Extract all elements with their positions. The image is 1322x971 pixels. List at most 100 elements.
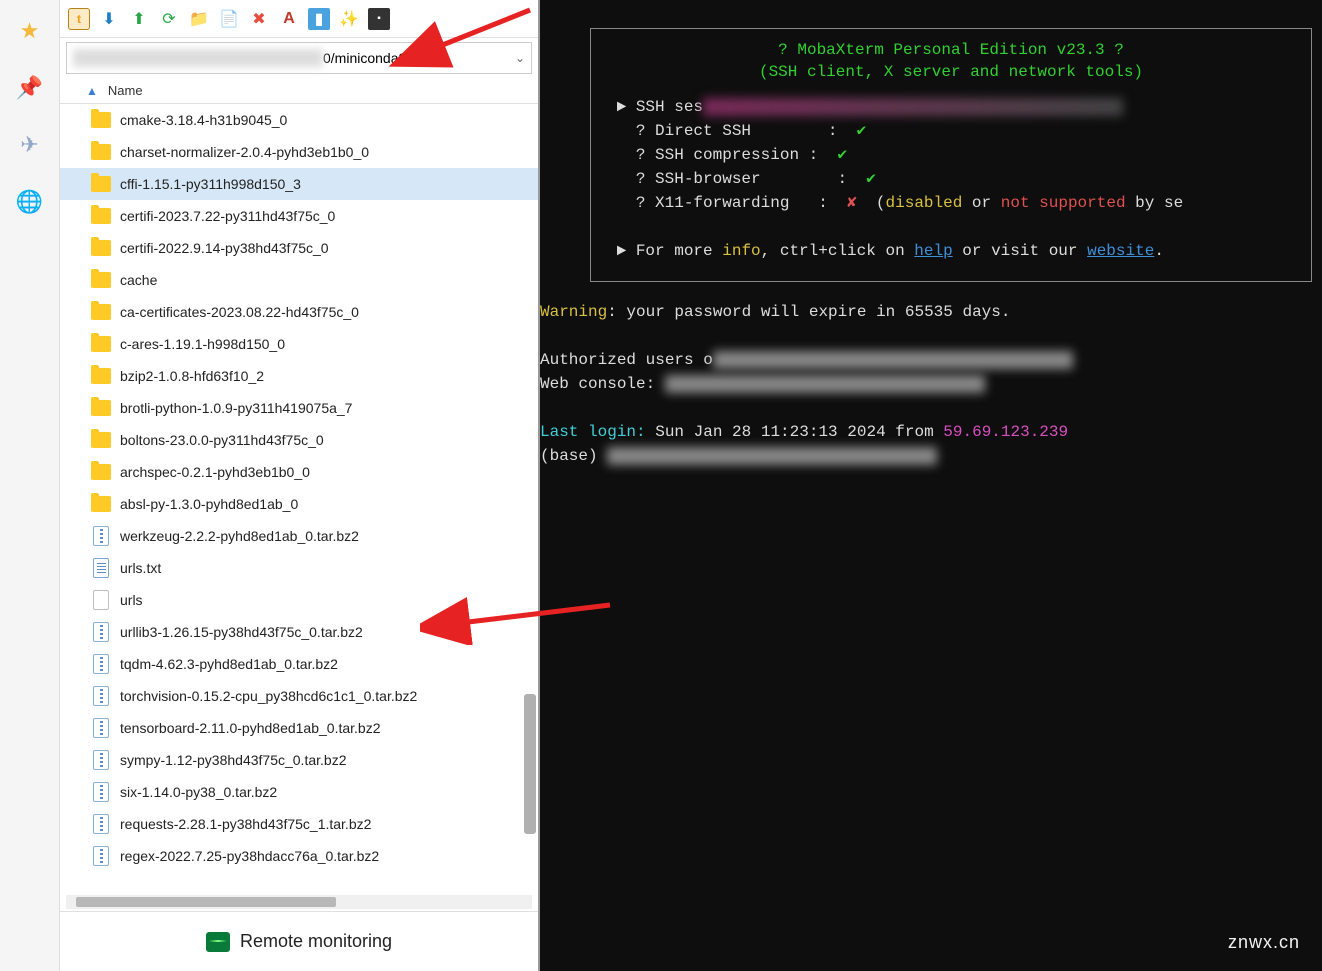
file-row[interactable]: urls <box>60 584 538 616</box>
pin-icon[interactable]: 📌 <box>14 72 46 104</box>
file-row[interactable]: cmake-3.18.4-h31b9045_0 <box>60 104 538 136</box>
file-row[interactable]: bzip2-1.0.8-hfd63f10_2 <box>60 360 538 392</box>
help-link[interactable]: help <box>914 242 952 260</box>
wand-icon[interactable]: ✨ <box>338 8 360 30</box>
file-row[interactable]: brotli-python-1.0.9-py311h419075a_7 <box>60 392 538 424</box>
file-row[interactable]: certifi-2022.9.14-py38hd43f75c_0 <box>60 232 538 264</box>
archive-icon <box>90 653 112 675</box>
vertical-scrollbar[interactable] <box>524 184 536 893</box>
direct-ssh-line: ? Direct SSH : ✔ <box>607 119 1295 143</box>
watermark: znwx.cn <box>1228 932 1300 953</box>
file-name: regex-2022.7.25-py38hdacc76a_0.tar.bz2 <box>120 848 379 864</box>
file-name: archspec-0.2.1-pyhd3eb1b0_0 <box>120 464 310 480</box>
file-list-header[interactable]: ▲ Name <box>60 78 538 104</box>
terminal-title: ? MobaXterm Personal Edition v23.3 ? <box>607 41 1295 59</box>
folder-icon <box>90 365 112 387</box>
path-bar[interactable]: 0/miniconda3/pkgs/ ⌄ <box>66 42 532 74</box>
file-name: bzip2-1.0.8-hfd63f10_2 <box>120 368 264 384</box>
folder-icon <box>90 173 112 195</box>
refresh-icon[interactable]: ⟳ <box>158 8 180 30</box>
path-dropdown-caret[interactable]: ⌄ <box>515 51 525 65</box>
file-name: absl-py-1.3.0-pyhd8ed1ab_0 <box>120 496 298 512</box>
file-name: urls.txt <box>120 560 161 576</box>
blank-line2 <box>540 324 1322 348</box>
file-row[interactable]: cache <box>60 264 538 296</box>
file-row[interactable]: charset-normalizer-2.0.4-pyhd3eb1b0_0 <box>60 136 538 168</box>
file-name: urllib3-1.26.15-py38hd43f75c_0.tar.bz2 <box>120 624 363 640</box>
footer-bar: Remote monitoring <box>60 911 538 971</box>
archive-icon <box>90 781 112 803</box>
file-name: tensorboard-2.11.0-pyhd8ed1ab_0.tar.bz2 <box>120 720 381 736</box>
text-file-icon <box>90 557 112 579</box>
file-icon <box>90 589 112 611</box>
file-row[interactable]: tqdm-4.62.3-pyhd8ed1ab_0.tar.bz2 <box>60 648 538 680</box>
file-row[interactable]: tensorboard-2.11.0-pyhd8ed1ab_0.tar.bz2 <box>60 712 538 744</box>
file-row[interactable]: urls.txt <box>60 552 538 584</box>
ssh-session-line: ► SSH ses <box>607 95 1295 119</box>
folder-icon <box>90 237 112 259</box>
folder-icon <box>90 493 112 515</box>
path-hidden <box>73 49 323 67</box>
terminal-panel[interactable]: ? MobaXterm Personal Edition v23.3 ? (SS… <box>540 0 1322 971</box>
file-name: torchvision-0.15.2-cpu_py38hcd6c1c1_0.ta… <box>120 688 417 704</box>
folder-icon <box>90 301 112 323</box>
footer-label[interactable]: Remote monitoring <box>240 931 392 952</box>
archive-icon <box>90 621 112 643</box>
file-row[interactable]: six-1.14.0-py38_0.tar.bz2 <box>60 776 538 808</box>
sidebar-icon-strip: ★ 📌 ✈ 🌐 <box>0 0 60 971</box>
file-name: sympy-1.12-py38hd43f75c_0.tar.bz2 <box>120 752 346 768</box>
file-row[interactable]: c-ares-1.19.1-h998d150_0 <box>60 328 538 360</box>
file-row[interactable]: cffi-1.15.1-py311h998d150_3 <box>60 168 538 200</box>
newfolder-icon[interactable]: 📁 <box>188 8 210 30</box>
font-icon[interactable]: A <box>278 8 300 30</box>
website-link[interactable]: website <box>1087 242 1154 260</box>
file-row[interactable]: sympy-1.12-py38hd43f75c_0.tar.bz2 <box>60 744 538 776</box>
download-icon[interactable]: ⬇ <box>98 8 120 30</box>
file-row[interactable]: archspec-0.2.1-pyhd3eb1b0_0 <box>60 456 538 488</box>
file-name: tqdm-4.62.3-pyhd8ed1ab_0.tar.bz2 <box>120 656 338 672</box>
file-name: c-ares-1.19.1-h998d150_0 <box>120 336 285 352</box>
horizontal-scrollbar[interactable] <box>66 895 532 909</box>
star-icon[interactable]: ★ <box>14 15 46 47</box>
file-name: certifi-2023.7.22-py311hd43f75c_0 <box>120 208 335 224</box>
folder-icon <box>90 269 112 291</box>
terminal-banner: ? MobaXterm Personal Edition v23.3 ? (SS… <box>590 28 1312 282</box>
folder-icon <box>90 109 112 131</box>
file-name: werkzeug-2.2.2-pyhd8ed1ab_0.tar.bz2 <box>120 528 359 544</box>
archive-icon <box>90 525 112 547</box>
lastlogin-line: Last login: Sun Jan 28 11:23:13 2024 fro… <box>540 420 1322 444</box>
file-row[interactable]: ca-certificates-2023.08.22-hd43f75c_0 <box>60 296 538 328</box>
warning-line: Warning: your password will expire in 65… <box>540 300 1322 324</box>
app-icon[interactable]: ▮ <box>308 8 330 30</box>
archive-icon <box>90 749 112 771</box>
send-icon[interactable]: ✈ <box>14 129 46 161</box>
webconsole-line: Web console: <box>540 372 1322 396</box>
upload-icon[interactable]: ⬆ <box>128 8 150 30</box>
file-name: cffi-1.15.1-py311h998d150_3 <box>120 176 301 192</box>
hscroll-thumb[interactable] <box>76 897 336 907</box>
file-name: cmake-3.18.4-h31b9045_0 <box>120 112 287 128</box>
file-toolbar: t ⬇ ⬆ ⟳ 📁 📄 ✖ A ▮ ✨ ▪ <box>60 0 538 38</box>
delete-icon[interactable]: ✖ <box>248 8 270 30</box>
home-icon[interactable]: t <box>68 8 90 30</box>
file-row[interactable]: werkzeug-2.2.2-pyhd8ed1ab_0.tar.bz2 <box>60 520 538 552</box>
scrollbar-thumb[interactable] <box>524 694 536 834</box>
file-row[interactable]: boltons-23.0.0-py311hd43f75c_0 <box>60 424 538 456</box>
archive-icon <box>90 845 112 867</box>
folder-icon <box>90 397 112 419</box>
archive-icon <box>90 813 112 835</box>
folder-icon <box>90 141 112 163</box>
file-row[interactable]: torchvision-0.15.2-cpu_py38hcd6c1c1_0.ta… <box>60 680 538 712</box>
file-row[interactable]: absl-py-1.3.0-pyhd8ed1ab_0 <box>60 488 538 520</box>
file-name: urls <box>120 592 143 608</box>
file-name: boltons-23.0.0-py311hd43f75c_0 <box>120 432 324 448</box>
file-list[interactable]: cmake-3.18.4-h31b9045_0 charset-normalize… <box>60 104 538 893</box>
newfile-icon[interactable]: 📄 <box>218 8 240 30</box>
file-row[interactable]: urllib3-1.26.15-py38hd43f75c_0.tar.bz2 <box>60 616 538 648</box>
file-row[interactable]: regex-2022.7.25-py38hdacc76a_0.tar.bz2 <box>60 840 538 872</box>
prompt-line: (base) <box>540 444 1322 468</box>
file-row[interactable]: certifi-2023.7.22-py311hd43f75c_0 <box>60 200 538 232</box>
globe-icon[interactable]: 🌐 <box>14 186 46 218</box>
file-row[interactable]: requests-2.28.1-py38hd43f75c_1.tar.bz2 <box>60 808 538 840</box>
terminal-icon[interactable]: ▪ <box>368 8 390 30</box>
